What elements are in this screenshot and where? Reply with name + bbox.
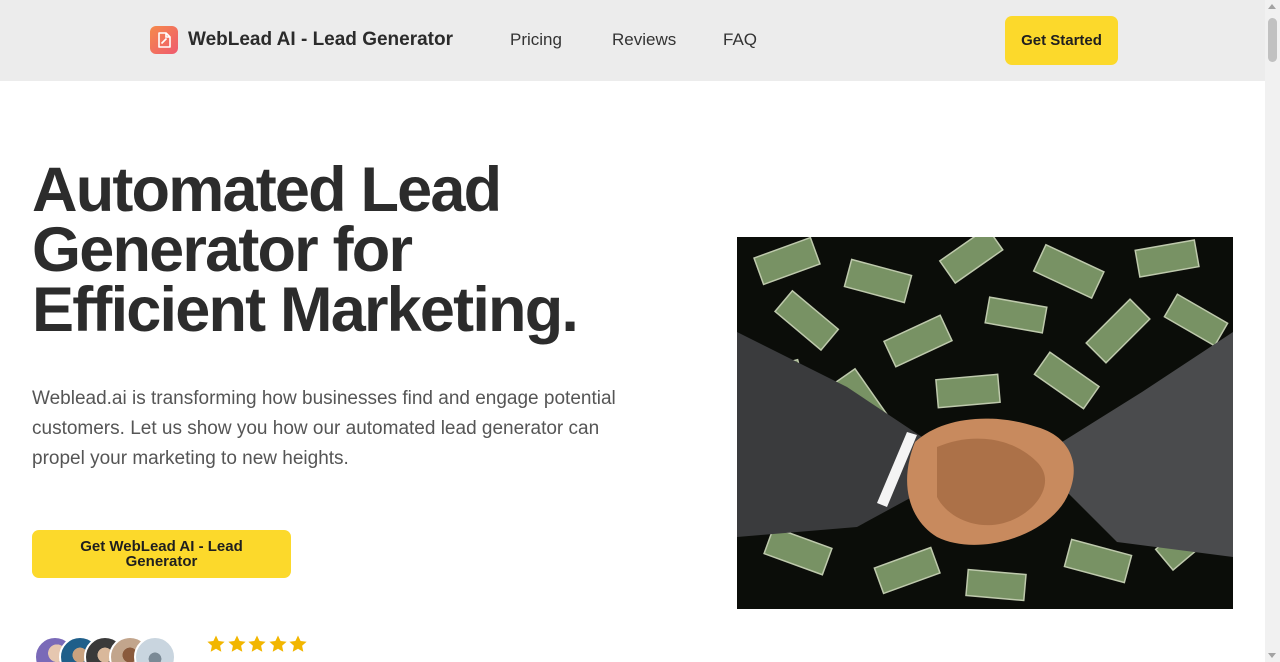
brand-name: WebLead AI - Lead Generator — [188, 29, 453, 50]
nav-link-faq[interactable]: FAQ — [723, 30, 757, 50]
star-icon — [227, 635, 246, 652]
get-weblead-button[interactable]: Get WebLead AI - Lead Generator — [32, 530, 291, 578]
nav-link-pricing[interactable]: Pricing — [510, 30, 562, 50]
get-started-button[interactable]: Get Started — [1005, 16, 1118, 65]
star-icon — [248, 635, 266, 652]
nav-link-reviews[interactable]: Reviews — [612, 30, 676, 50]
handshake-money-image — [737, 237, 1233, 609]
page-scrollbar[interactable] — [1265, 0, 1280, 662]
rating-stars — [206, 634, 309, 654]
document-icon — [150, 26, 178, 54]
hero-title-line: Efficient Marketing. — [32, 275, 579, 345]
hero-description: Weblead.ai is transforming how businesse… — [32, 388, 616, 469]
scroll-up-arrow-icon[interactable] — [1268, 4, 1276, 9]
hero-title: Automated Lead Generator for Efficient M… — [32, 155, 672, 345]
star-icon — [289, 635, 307, 652]
hero-title-line: Generator for — [32, 215, 413, 285]
scroll-down-arrow-icon[interactable] — [1268, 653, 1276, 658]
hero-title-line: Automated Lead — [32, 155, 502, 225]
star-icon — [268, 635, 287, 652]
scroll-thumb[interactable] — [1268, 18, 1277, 62]
star-icon — [207, 635, 225, 652]
brand-link[interactable]: WebLead AI - Lead Generator — [150, 26, 453, 54]
top-navbar: WebLead AI - Lead Generator Pricing Revi… — [0, 0, 1265, 81]
